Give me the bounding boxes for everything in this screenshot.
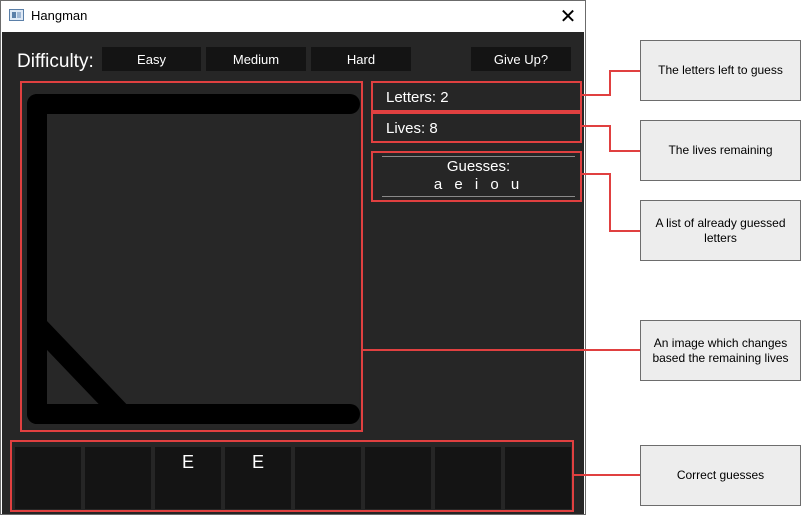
app-window: Hangman ✕ Difficulty: Easy Medium Hard G…: [0, 0, 586, 515]
letter-slot: [365, 447, 431, 509]
guesses-box: Guesses: a e i o u: [371, 151, 582, 202]
hard-button[interactable]: Hard: [311, 47, 411, 71]
guesses-display: Guesses: a e i o u: [382, 156, 575, 197]
lives-text: Lives: 8: [386, 120, 438, 137]
callout-image: An image which changes based the remaini…: [640, 320, 801, 381]
connector-lives: [609, 150, 640, 152]
connector-letters: [609, 70, 640, 72]
connector-letters: [581, 94, 610, 96]
connector-correct: [573, 474, 640, 476]
connector-letters: [609, 70, 611, 96]
connector-image: [362, 349, 640, 351]
guessed-letters: a e i o u: [433, 176, 524, 193]
letter-slot: [85, 447, 151, 509]
hangman-image-frame: [20, 81, 363, 432]
callout-lives-remaining: The lives remaining: [640, 120, 801, 181]
callout-letters-left: The letters left to guess: [640, 40, 801, 101]
easy-button[interactable]: Easy: [102, 47, 201, 71]
connector-lives: [609, 125, 611, 151]
title-bar[interactable]: Hangman ✕: [1, 1, 585, 31]
lives-box: Lives: 8: [371, 112, 582, 143]
correct-guesses-frame: E E: [10, 440, 574, 512]
callout-correct-guesses: Correct guesses: [640, 445, 801, 506]
letter-slot: [505, 447, 571, 509]
game-panel: Difficulty: Easy Medium Hard Give Up? Le…: [2, 32, 584, 514]
guesses-title: Guesses:: [446, 158, 511, 175]
letter-slot: E: [155, 447, 221, 509]
letters-left-box: Letters: 2: [371, 81, 582, 112]
callout-guessed-letters: A list of already guessed letters: [640, 200, 801, 261]
hangman-gallows-image: [27, 94, 360, 428]
window-title: Hangman: [31, 8, 88, 23]
connector-guesses: [609, 230, 640, 232]
give-up-button[interactable]: Give Up?: [471, 47, 571, 71]
connector-guesses: [609, 173, 611, 231]
letter-slot: [435, 447, 501, 509]
connector-guesses: [581, 173, 610, 175]
letter-slot: E: [225, 447, 291, 509]
medium-button[interactable]: Medium: [206, 47, 306, 71]
letter-slot: [15, 447, 81, 509]
letter-slot: [295, 447, 361, 509]
close-button[interactable]: ✕: [551, 1, 585, 31]
app-window-icon: [9, 9, 24, 21]
letters-left-text: Letters: 2: [386, 89, 449, 106]
difficulty-label: Difficulty:: [17, 51, 94, 72]
connector-lives: [581, 125, 610, 127]
